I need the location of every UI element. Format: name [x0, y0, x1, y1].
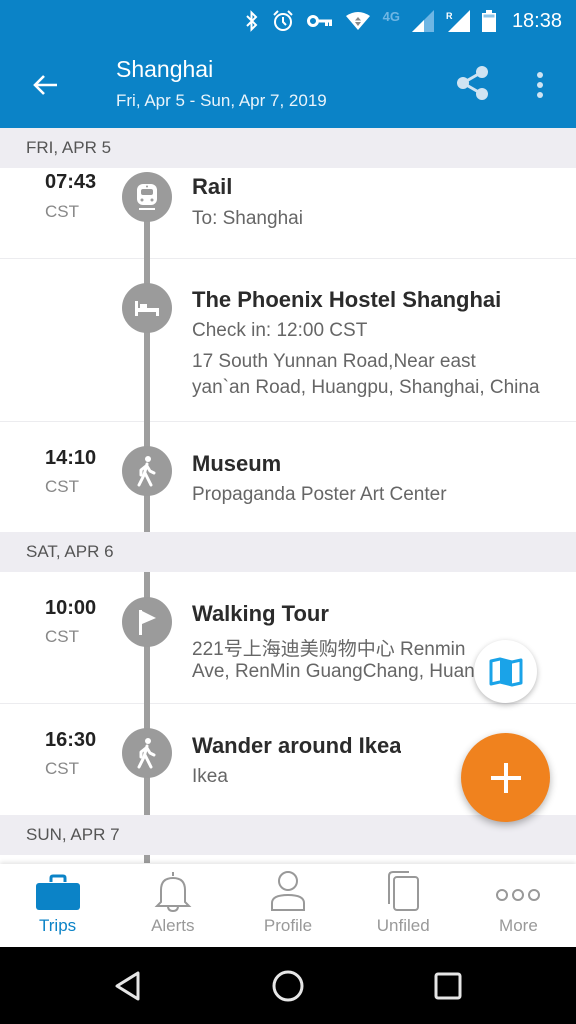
- item-title: The Phoenix Hostel Shanghai: [192, 287, 502, 312]
- timeline-item-museum[interactable]: 14:10 CST Museum Propaganda Poster Art C…: [0, 422, 576, 533]
- nav-label: Unfiled: [376, 916, 430, 935]
- more-vert-icon: [537, 72, 543, 98]
- item-timezone: CST: [45, 759, 79, 778]
- walk-icon: [122, 446, 172, 496]
- item-detail: To: Shanghai: [192, 208, 303, 229]
- documents-icon: [388, 871, 420, 911]
- item-title: Walking Tour: [192, 601, 329, 626]
- alarm-icon: [272, 10, 293, 31]
- item-time: 10:00: [45, 597, 97, 619]
- item-address-line1: 221号上海迪美购物中心 Renmin: [192, 639, 466, 660]
- item-time: 16:30: [45, 729, 97, 751]
- day-header-label: SUN, APR 7: [26, 825, 120, 844]
- nav-label: More: [499, 916, 538, 935]
- item-time: 14:10: [45, 447, 97, 469]
- nav-label: Trips: [39, 916, 77, 935]
- item-title: Museum: [192, 451, 282, 476]
- briefcase-icon: [35, 874, 80, 910]
- add-plan-button[interactable]: [461, 733, 550, 822]
- nav-unfiled[interactable]: Unfiled: [346, 864, 461, 947]
- share-button[interactable]: [450, 60, 496, 106]
- item-timezone: CST: [45, 202, 79, 221]
- item-timezone: CST: [45, 477, 79, 496]
- item-address-line1: 17 South Yunnan Road,Near east: [192, 351, 476, 372]
- signal-icon: [411, 10, 434, 32]
- item-title: Wander around Ikea: [192, 733, 402, 758]
- nav-label: Alerts: [151, 916, 195, 935]
- page-title: Shanghai: [116, 56, 214, 82]
- bell-icon: [154, 872, 192, 912]
- status-bar: 4G R 18:38: [0, 0, 576, 42]
- share-icon: [457, 66, 488, 100]
- map-icon: [489, 657, 522, 686]
- map-view-button[interactable]: [474, 640, 537, 703]
- day-header: FRI, APR 5: [0, 128, 576, 168]
- bottom-navigation: Trips Alerts Profile Unfiled More: [0, 864, 576, 947]
- flag-icon: [122, 597, 172, 647]
- svg-text:R: R: [446, 11, 453, 21]
- day-header-label: FRI, APR 5: [26, 138, 112, 157]
- item-address-line2: yan`an Road, Huangpu, Shanghai, China: [192, 377, 540, 398]
- system-recents-button[interactable]: [423, 961, 473, 1011]
- item-time: 07:43: [45, 171, 97, 193]
- more-horiz-icon: [496, 889, 541, 901]
- circle-home-icon: [272, 970, 304, 1002]
- walk-icon: [122, 728, 172, 778]
- system-home-button[interactable]: [263, 961, 313, 1011]
- back-button[interactable]: [24, 64, 66, 106]
- day-header-label: SAT, APR 6: [26, 542, 114, 561]
- bed-icon: [122, 283, 172, 333]
- plus-icon: [490, 762, 521, 793]
- bluetooth-icon: [245, 10, 258, 32]
- nav-label: Profile: [263, 916, 313, 935]
- item-timezone: CST: [45, 627, 79, 646]
- timeline-item-hostel[interactable]: The Phoenix Hostel Shanghai Check in: 12…: [0, 259, 576, 422]
- network-type: 4G: [382, 8, 400, 24]
- roaming-signal-icon: R: [446, 10, 470, 32]
- timeline-line: [144, 855, 150, 863]
- item-checkin: Check in: 12:00 CST: [192, 320, 368, 341]
- status-time: 18:38: [511, 9, 562, 32]
- item-address-line2: Ave, RenMin GuangChang, Huangpu: [192, 661, 507, 682]
- timeline-item-rail[interactable]: 07:43 CST Rail To: Shanghai: [0, 168, 576, 259]
- battery-icon: [481, 10, 496, 32]
- item-title: Rail: [192, 174, 233, 199]
- nav-trips[interactable]: Trips: [0, 864, 115, 947]
- day-header: SUN, APR 7: [0, 815, 576, 863]
- app-bar: Shanghai Fri, Apr 5 - Sun, Apr 7, 2019: [0, 42, 576, 128]
- train-icon: [122, 172, 172, 222]
- vpn-key-icon: [306, 15, 332, 27]
- more-options-button[interactable]: [522, 62, 558, 108]
- item-detail: Ikea: [192, 766, 228, 787]
- system-navigation-bar: [0, 947, 576, 1024]
- system-back-button[interactable]: [103, 961, 153, 1011]
- nav-alerts[interactable]: Alerts: [115, 864, 230, 947]
- trip-dates: Fri, Apr 5 - Sun, Apr 7, 2019: [116, 91, 327, 110]
- day-header: SAT, APR 6: [0, 532, 576, 572]
- arrow-left-icon: [33, 75, 57, 95]
- nav-more[interactable]: More: [461, 864, 576, 947]
- nav-profile[interactable]: Profile: [230, 864, 345, 947]
- item-detail: Propaganda Poster Art Center: [192, 484, 447, 505]
- wifi-icon: [345, 12, 370, 30]
- person-icon: [271, 871, 305, 911]
- triangle-back-icon: [115, 971, 140, 1001]
- square-recents-icon: [434, 972, 462, 1000]
